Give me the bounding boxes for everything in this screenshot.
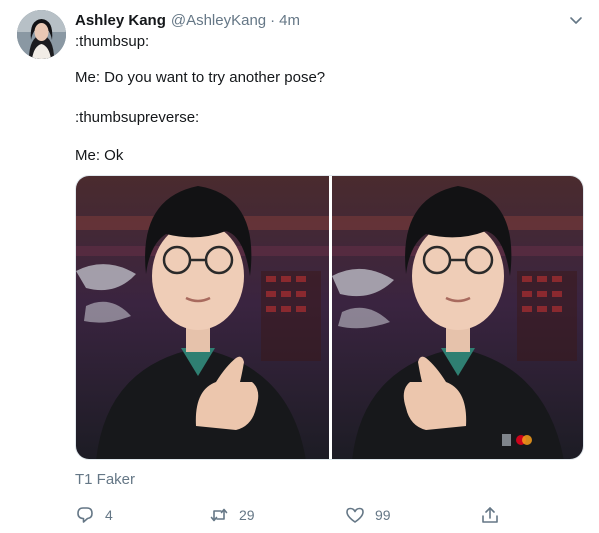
like-count: 99 (375, 507, 391, 523)
tweet-header: Ashley Kang @AshleyKang · 4m (75, 10, 300, 30)
tweet-card: Ashley Kang @AshleyKang · 4m :thumbsup: … (0, 0, 599, 533)
user-handle[interactable]: @AshleyKang (171, 12, 266, 29)
retweet-icon (210, 508, 228, 522)
reply-count: 4 (105, 507, 113, 523)
heart-icon (346, 507, 364, 523)
media-photo-left[interactable] (76, 176, 329, 459)
share-icon (482, 507, 498, 523)
media-caption[interactable]: T1 Faker (75, 471, 135, 488)
timestamp[interactable]: 4m (279, 12, 300, 29)
tweet-text-line: Me: Ok (75, 147, 124, 164)
tweet-actions: 4 29 99 (75, 503, 585, 527)
avatar[interactable] (17, 10, 66, 59)
separator-dot: · (270, 11, 276, 29)
reply-icon (77, 507, 93, 523)
tweet-text-line: :thumbsup: (75, 33, 150, 50)
chevron-down-icon[interactable] (568, 12, 584, 28)
media-grid (75, 175, 584, 460)
retweet-button[interactable]: 29 (209, 503, 255, 527)
reply-button[interactable]: 4 (75, 503, 113, 527)
retweet-count: 29 (239, 507, 255, 523)
display-name[interactable]: Ashley Kang (75, 12, 166, 29)
tweet-text-line: Me: Do you want to try another pose? (75, 69, 326, 86)
like-button[interactable]: 99 (345, 503, 391, 527)
share-button[interactable] (480, 503, 500, 527)
tweet-text-line: :thumbsupreverse: (75, 109, 200, 126)
media-photo-right[interactable] (332, 176, 583, 459)
